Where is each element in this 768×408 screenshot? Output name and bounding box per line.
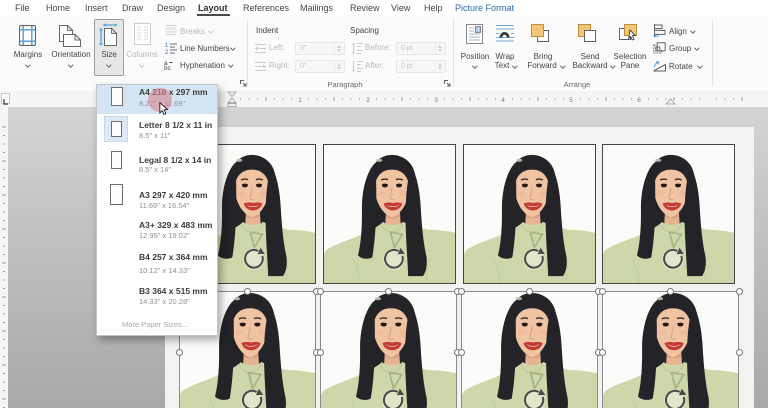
- svg-text:1: 1: [298, 97, 302, 104]
- svg-text:5: 5: [569, 97, 573, 104]
- svg-text:bc: bc: [164, 65, 172, 70]
- svg-text:1: 1: [165, 43, 169, 49]
- svg-text:4: 4: [501, 97, 505, 104]
- svg-text:2: 2: [165, 50, 169, 54]
- svg-text:2: 2: [366, 97, 370, 104]
- svg-text:6: 6: [637, 97, 641, 104]
- svg-text:3: 3: [434, 97, 438, 104]
